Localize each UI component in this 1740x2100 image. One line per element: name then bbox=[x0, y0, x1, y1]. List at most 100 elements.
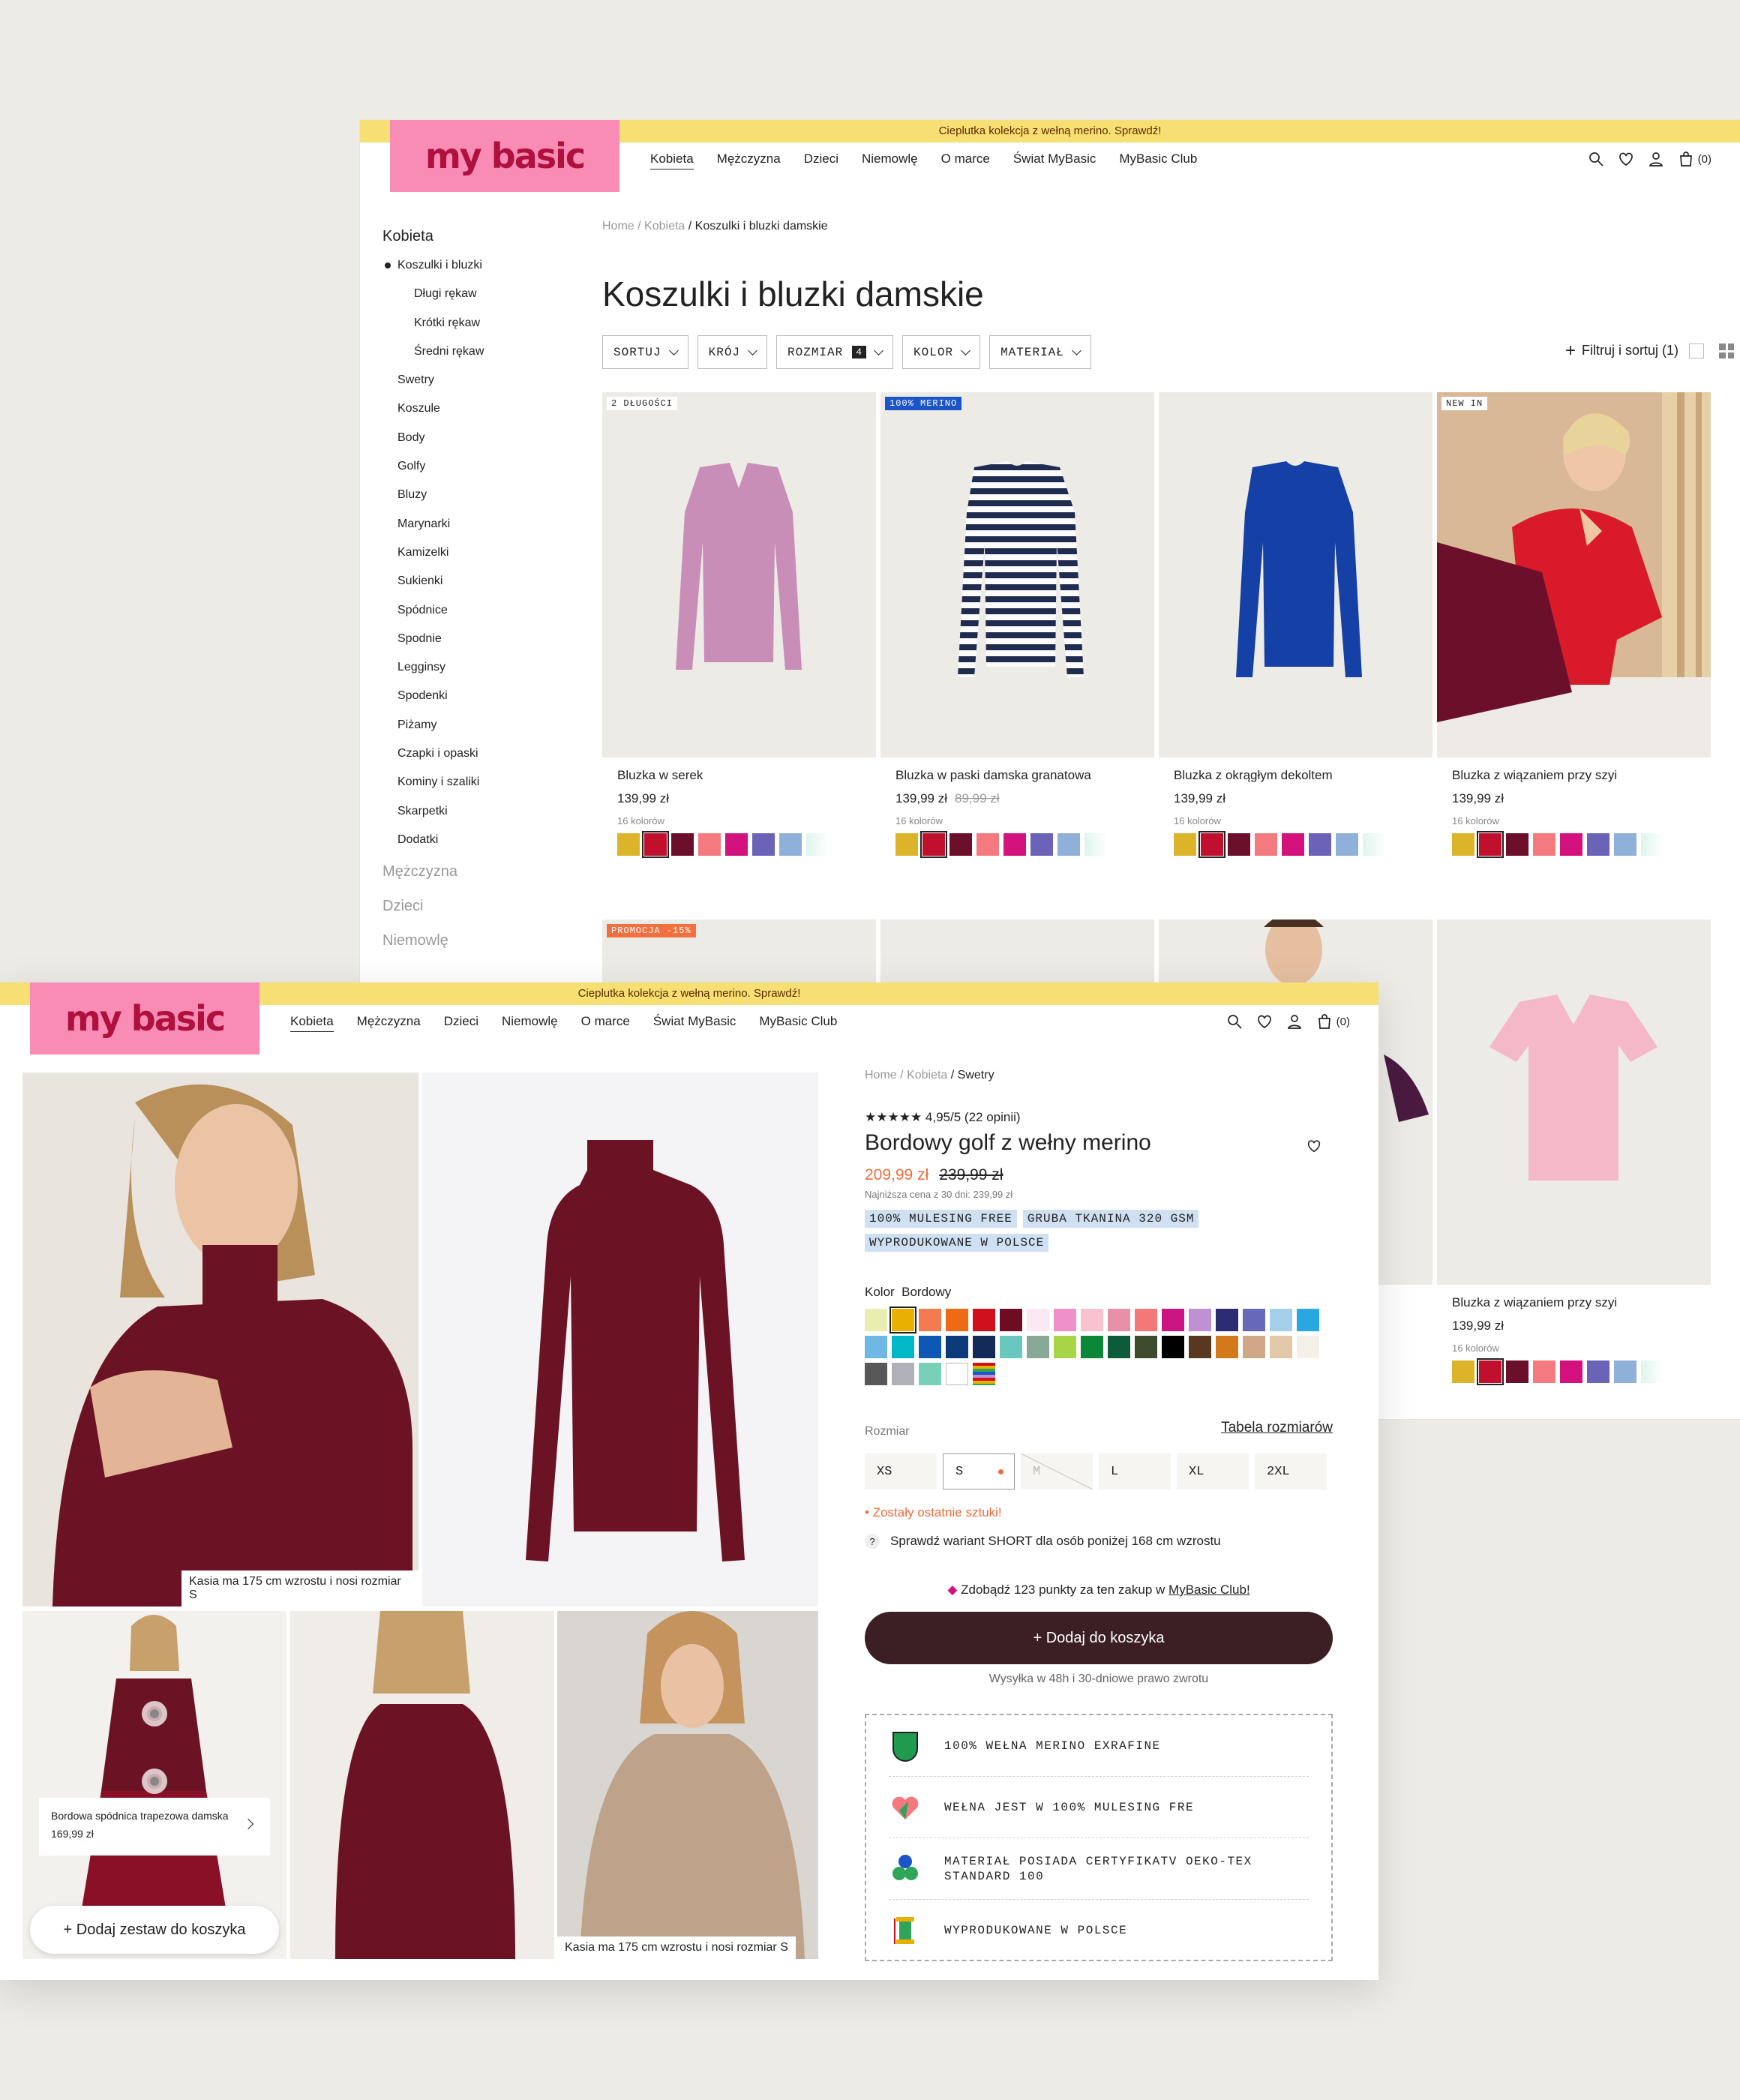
swatch[interactable] bbox=[1309, 833, 1331, 856]
product-card[interactable]: NEW IN Bluzka z wiązaniem przy szyi 139,… bbox=[1437, 392, 1711, 858]
sidebar-item[interactable]: Koszule bbox=[382, 394, 484, 423]
sidebar-top-niemowle[interactable]: Niemowlę bbox=[382, 923, 484, 958]
color-dropdown[interactable]: KOLOR bbox=[902, 335, 981, 369]
sidebar-item[interactable]: Kominy i szaliki bbox=[382, 768, 484, 796]
color-swatch[interactable] bbox=[1189, 1309, 1211, 1331]
material-dropdown[interactable]: MATERIAŁ bbox=[989, 335, 1091, 369]
swatch[interactable] bbox=[1198, 831, 1226, 858]
sidebar-item[interactable]: Swetry bbox=[382, 366, 484, 394]
color-swatch[interactable] bbox=[946, 1363, 968, 1385]
single-view-icon[interactable] bbox=[1689, 344, 1704, 358]
color-swatch[interactable] bbox=[1135, 1309, 1157, 1331]
product-name[interactable]: Bluzka z wiązaniem przy szyi bbox=[1437, 1295, 1711, 1310]
swatch[interactable] bbox=[920, 831, 947, 858]
nav-niemowle[interactable]: Niemowlę bbox=[862, 152, 918, 170]
sidebar-sub-item[interactable]: Średni rękaw bbox=[382, 338, 484, 366]
color-swatch[interactable] bbox=[1054, 1336, 1076, 1358]
color-swatch[interactable] bbox=[1162, 1336, 1184, 1358]
nav-club[interactable]: MyBasic Club bbox=[1119, 152, 1197, 170]
product-card[interactable]: 100% MERINO Bluzka w paski damska granat… bbox=[880, 392, 1154, 858]
swatch[interactable] bbox=[1030, 833, 1053, 856]
search-icon[interactable] bbox=[1587, 150, 1605, 168]
swatch[interactable] bbox=[1560, 1360, 1582, 1383]
sidebar-item[interactable]: Body bbox=[382, 424, 484, 452]
rating[interactable]: ★★★★★ 4,95/5 (22 opinii) bbox=[865, 1110, 1021, 1125]
color-swatch[interactable] bbox=[892, 1363, 914, 1385]
swatch[interactable] bbox=[1533, 833, 1556, 856]
swatch[interactable] bbox=[1452, 833, 1474, 856]
sidebar-top-mezczyzna[interactable]: Mężczyzna bbox=[382, 854, 484, 889]
swatch[interactable] bbox=[1004, 833, 1026, 856]
swatch[interactable] bbox=[1587, 833, 1610, 856]
wishlist-heart-icon[interactable] bbox=[1306, 1138, 1322, 1154]
size-option[interactable]: XL bbox=[1177, 1454, 1249, 1490]
size-option-selected[interactable]: S bbox=[943, 1454, 1015, 1490]
sidebar-item[interactable]: Dodatki bbox=[382, 826, 484, 854]
sidebar-item[interactable]: Spodenki bbox=[382, 682, 484, 710]
add-set-button[interactable]: + Dodaj zestaw do koszyka bbox=[30, 1906, 279, 1954]
swatch[interactable] bbox=[642, 831, 669, 858]
color-swatch[interactable] bbox=[973, 1309, 995, 1331]
color-swatch[interactable] bbox=[1243, 1309, 1265, 1331]
swatch[interactable] bbox=[1452, 1360, 1474, 1383]
sidebar-top-kobieta[interactable]: Kobieta bbox=[382, 221, 484, 251]
color-swatch[interactable] bbox=[1189, 1336, 1211, 1358]
color-swatch[interactable] bbox=[1108, 1309, 1130, 1331]
hotspot-skirt[interactable] bbox=[142, 1768, 167, 1794]
color-swatch[interactable] bbox=[1270, 1336, 1292, 1358]
color-swatch[interactable] bbox=[919, 1336, 941, 1358]
swatch[interactable] bbox=[1363, 833, 1385, 856]
color-swatch[interactable] bbox=[1135, 1336, 1157, 1358]
nav-swiat[interactable]: Świat MyBasic bbox=[653, 1014, 736, 1032]
color-swatch[interactable] bbox=[1000, 1309, 1022, 1331]
swatch[interactable] bbox=[1641, 833, 1664, 856]
swatch[interactable] bbox=[617, 833, 640, 856]
heart-icon[interactable] bbox=[1617, 150, 1635, 168]
product-card[interactable]: 2 DŁUGOŚCI Bluzka w serek 139,99 zł 16 k… bbox=[602, 392, 876, 858]
color-swatch[interactable] bbox=[1027, 1309, 1049, 1331]
swatch[interactable] bbox=[1614, 1360, 1636, 1383]
nav-swiat[interactable]: Świat MyBasic bbox=[1013, 152, 1096, 170]
club-link[interactable]: MyBasic Club! bbox=[1168, 1582, 1250, 1597]
color-swatch[interactable] bbox=[1081, 1309, 1103, 1331]
sidebar-item[interactable]: Sukienki bbox=[382, 567, 484, 596]
swatch[interactable] bbox=[806, 833, 829, 856]
color-swatch[interactable] bbox=[919, 1309, 941, 1331]
nav-o-marce[interactable]: O marce bbox=[581, 1014, 630, 1032]
filter-sort-button[interactable]: + Filtruj i sortuj (1) bbox=[1565, 341, 1678, 359]
swatch[interactable] bbox=[950, 833, 972, 856]
crumb-home[interactable]: Home bbox=[865, 1069, 897, 1082]
swatch[interactable] bbox=[1228, 833, 1250, 856]
heart-icon[interactable] bbox=[1256, 1012, 1274, 1030]
sidebar-top-dzieci[interactable]: Dzieci bbox=[382, 889, 484, 923]
sidebar-sub-item[interactable]: Długi rękaw bbox=[382, 280, 484, 308]
sidebar-item[interactable]: Skarpetki bbox=[382, 797, 484, 826]
color-swatch[interactable] bbox=[865, 1363, 887, 1385]
product-name[interactable]: Bluzka w paski damska granatowa bbox=[880, 768, 1154, 783]
sidebar-item[interactable]: Legginsy bbox=[382, 653, 484, 682]
sidebar-item[interactable]: Czapki i opaski bbox=[382, 740, 484, 768]
color-swatch[interactable] bbox=[946, 1336, 968, 1358]
swatch[interactable] bbox=[698, 833, 721, 856]
swatch[interactable] bbox=[1506, 1360, 1528, 1383]
color-swatch[interactable] bbox=[1162, 1309, 1184, 1331]
nav-mezczyzna[interactable]: Mężczyzna bbox=[717, 152, 781, 170]
color-swatch[interactable] bbox=[1270, 1309, 1292, 1331]
product-image[interactable]: NEW IN bbox=[1437, 392, 1711, 758]
size-table-link[interactable]: Tabela rozmiarów bbox=[1221, 1420, 1333, 1436]
swatch[interactable] bbox=[1641, 1360, 1664, 1383]
swatch[interactable] bbox=[1336, 833, 1358, 856]
gallery-back-image[interactable] bbox=[290, 1611, 554, 1959]
swatch[interactable] bbox=[1533, 1360, 1556, 1383]
swatch[interactable] bbox=[1506, 833, 1528, 856]
product-name[interactable]: Bluzka z wiązaniem przy szyi bbox=[1437, 768, 1711, 783]
sidebar-item[interactable]: Marynarki bbox=[382, 510, 484, 538]
cart-icon[interactable] bbox=[1677, 150, 1695, 168]
product-name[interactable]: Bluzka z okrągłym dekoltem bbox=[1159, 768, 1432, 783]
nav-club[interactable]: MyBasic Club bbox=[759, 1014, 837, 1032]
color-swatch[interactable] bbox=[1054, 1309, 1076, 1331]
nav-kobieta[interactable]: Kobieta bbox=[650, 152, 694, 170]
swatch[interactable] bbox=[752, 833, 775, 856]
swatch[interactable] bbox=[671, 833, 694, 856]
color-swatch[interactable] bbox=[946, 1309, 968, 1331]
